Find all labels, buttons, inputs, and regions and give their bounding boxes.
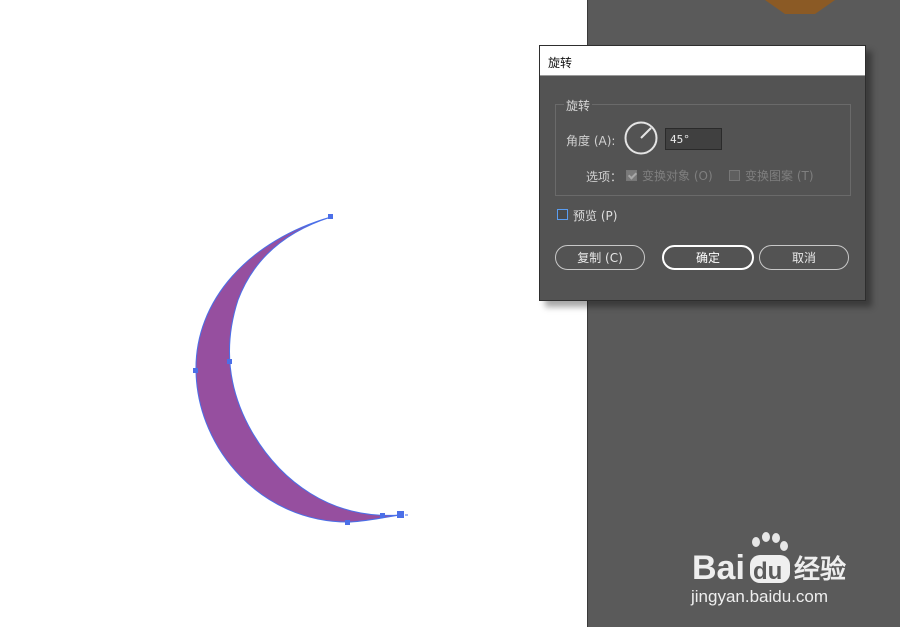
anchor-point-handle	[380, 513, 385, 518]
transform-objects-checkbox[interactable]	[626, 170, 637, 181]
transform-patterns-checkbox[interactable]	[729, 170, 740, 181]
angle-input[interactable]	[665, 128, 722, 150]
transform-objects-label: 变换对象 (O)	[642, 169, 713, 183]
watermark-brand-suffix: 经验	[794, 554, 846, 584]
anchor-point-handle	[397, 511, 404, 518]
dialog-title-bar[interactable]: 旋转	[540, 46, 865, 76]
watermark-brand-prefix: Bai	[692, 549, 745, 587]
options-label: 选项：	[586, 170, 623, 184]
rotate-group-label: 旋转	[564, 97, 593, 114]
transform-patterns-label: 变换图案 (T)	[745, 169, 814, 183]
baidu-jingyan-watermark: Bai du 经验 jingyan.baidu.com	[690, 532, 846, 606]
rotate-dialog[interactable]: 旋转 旋转 角度 (A): 选项： 变换对象 (O) 变换图案 (T) 预览 (…	[539, 45, 866, 301]
artboard-canvas[interactable]	[0, 0, 587, 627]
cancel-button[interactable]: 取消	[759, 245, 849, 270]
preview-label: 预览 (P)	[573, 209, 618, 223]
watermark-brand-paw: du	[753, 558, 782, 585]
crescent-shape[interactable]	[0, 0, 587, 627]
anchor-point-handle	[328, 214, 333, 219]
angle-label: 角度 (A):	[566, 134, 616, 148]
anchor-point-handle	[227, 359, 232, 364]
angle-dial[interactable]	[624, 121, 658, 155]
copy-button[interactable]: 复制 (C)	[555, 245, 645, 270]
anchor-point-handle	[193, 368, 198, 373]
anchor-point-handle	[345, 520, 350, 525]
panel-thumbnail	[765, 0, 835, 14]
ok-button[interactable]: 确定	[662, 245, 754, 270]
preview-checkbox[interactable]	[557, 209, 568, 220]
dialog-title: 旋转	[548, 56, 573, 70]
watermark-url: jingyan.baidu.com	[690, 587, 828, 606]
